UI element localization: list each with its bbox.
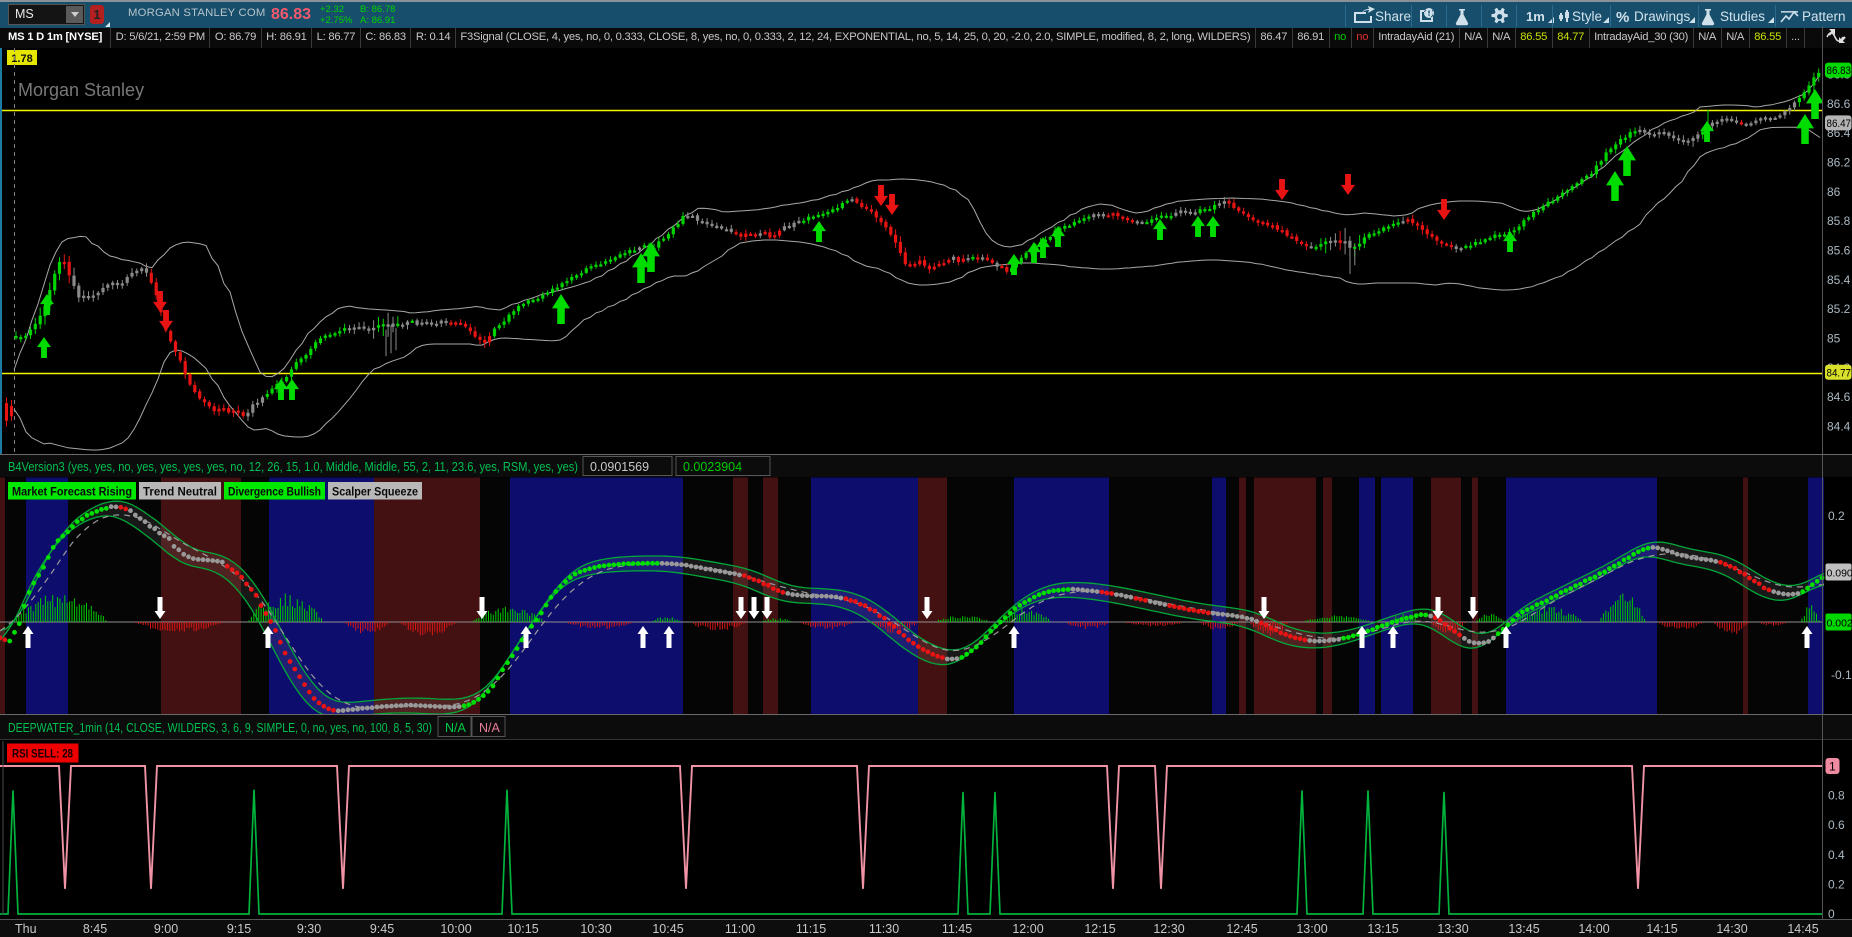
- svg-text:13:15: 13:15: [1367, 922, 1398, 936]
- svg-text:11:15: 11:15: [796, 922, 826, 936]
- svg-text:N/A: N/A: [445, 721, 467, 735]
- svg-text:9:15: 9:15: [227, 922, 251, 936]
- svg-text:B4Version3 (yes, yes, no, yes,: B4Version3 (yes, yes, no, yes, yes, yes,…: [8, 460, 578, 474]
- svg-text:85.8: 85.8: [1827, 214, 1851, 228]
- svg-text:84.77: 84.77: [1827, 367, 1852, 379]
- svg-text:12:30: 12:30: [1153, 922, 1184, 936]
- svg-text:14:00: 14:00: [1578, 922, 1609, 936]
- svg-text:85.4: 85.4: [1827, 273, 1851, 287]
- svg-text:0.8: 0.8: [1828, 789, 1845, 803]
- svg-text:10:00: 10:00: [440, 922, 471, 936]
- svg-text:85.2: 85.2: [1827, 302, 1851, 316]
- svg-text:9:30: 9:30: [297, 922, 321, 936]
- svg-text:8:45: 8:45: [83, 922, 107, 936]
- svg-text:85.6: 85.6: [1827, 244, 1851, 258]
- svg-text:86.6: 86.6: [1827, 97, 1851, 111]
- svg-text:12:15: 12:15: [1084, 922, 1115, 936]
- svg-text:Scalper Squeeze: Scalper Squeeze: [332, 485, 418, 499]
- svg-text:DEEPWATER_1min (14, CLOSE, WIL: DEEPWATER_1min (14, CLOSE, WILDERS, 3, 6…: [8, 721, 432, 735]
- svg-text:11:30: 11:30: [869, 922, 899, 936]
- svg-text:86: 86: [1827, 185, 1841, 199]
- svg-text:Thu: Thu: [15, 922, 37, 936]
- svg-text:84.4: 84.4: [1827, 420, 1851, 434]
- svg-text:10:45: 10:45: [652, 922, 683, 936]
- svg-text:Market Forecast Rising: Market Forecast Rising: [12, 485, 132, 499]
- svg-text:N/A: N/A: [479, 721, 501, 735]
- svg-text:0.0023904: 0.0023904: [683, 460, 742, 474]
- svg-text:86.2: 86.2: [1827, 155, 1851, 169]
- svg-text:14:45: 14:45: [1787, 922, 1818, 936]
- svg-text:85: 85: [1827, 332, 1841, 346]
- svg-text:0.2: 0.2: [1828, 877, 1845, 891]
- svg-text:0.2: 0.2: [1828, 509, 1845, 523]
- svg-text:12:45: 12:45: [1226, 922, 1257, 936]
- svg-text:11:45: 11:45: [942, 922, 972, 936]
- svg-text:86.47: 86.47: [1827, 118, 1852, 130]
- svg-text:9:00: 9:00: [154, 922, 178, 936]
- svg-text:0.0901569: 0.0901569: [590, 460, 649, 474]
- svg-text:13:45: 13:45: [1508, 922, 1539, 936]
- svg-text:0.6: 0.6: [1828, 818, 1845, 832]
- svg-text:86.83: 86.83: [1827, 65, 1852, 77]
- svg-text:0: 0: [1828, 907, 1835, 921]
- svg-text:0.4: 0.4: [1828, 848, 1845, 862]
- svg-text:0.090: 0.090: [1827, 568, 1852, 580]
- svg-text:10:30: 10:30: [580, 922, 611, 936]
- svg-text:1: 1: [1829, 760, 1836, 774]
- svg-text:10:15: 10:15: [507, 922, 538, 936]
- svg-text:Trend Neutral: Trend Neutral: [143, 485, 217, 499]
- svg-text:RSI SELL: 28: RSI SELL: 28: [12, 749, 74, 761]
- svg-text:14:30: 14:30: [1716, 922, 1747, 936]
- svg-text:Morgan Stanley: Morgan Stanley: [18, 80, 144, 100]
- svg-text:12:00: 12:00: [1012, 922, 1043, 936]
- svg-text:84.6: 84.6: [1827, 390, 1851, 404]
- svg-text:Divergence Bullish: Divergence Bullish: [228, 485, 321, 499]
- svg-text:13:00: 13:00: [1296, 922, 1327, 936]
- svg-text:13:30: 13:30: [1437, 922, 1468, 936]
- svg-text:14:15: 14:15: [1646, 922, 1677, 936]
- svg-text:9:45: 9:45: [370, 922, 394, 936]
- svg-text:-0.1: -0.1: [1831, 668, 1852, 682]
- svg-text:11:00: 11:00: [725, 922, 755, 936]
- svg-text:0.002: 0.002: [1827, 618, 1852, 630]
